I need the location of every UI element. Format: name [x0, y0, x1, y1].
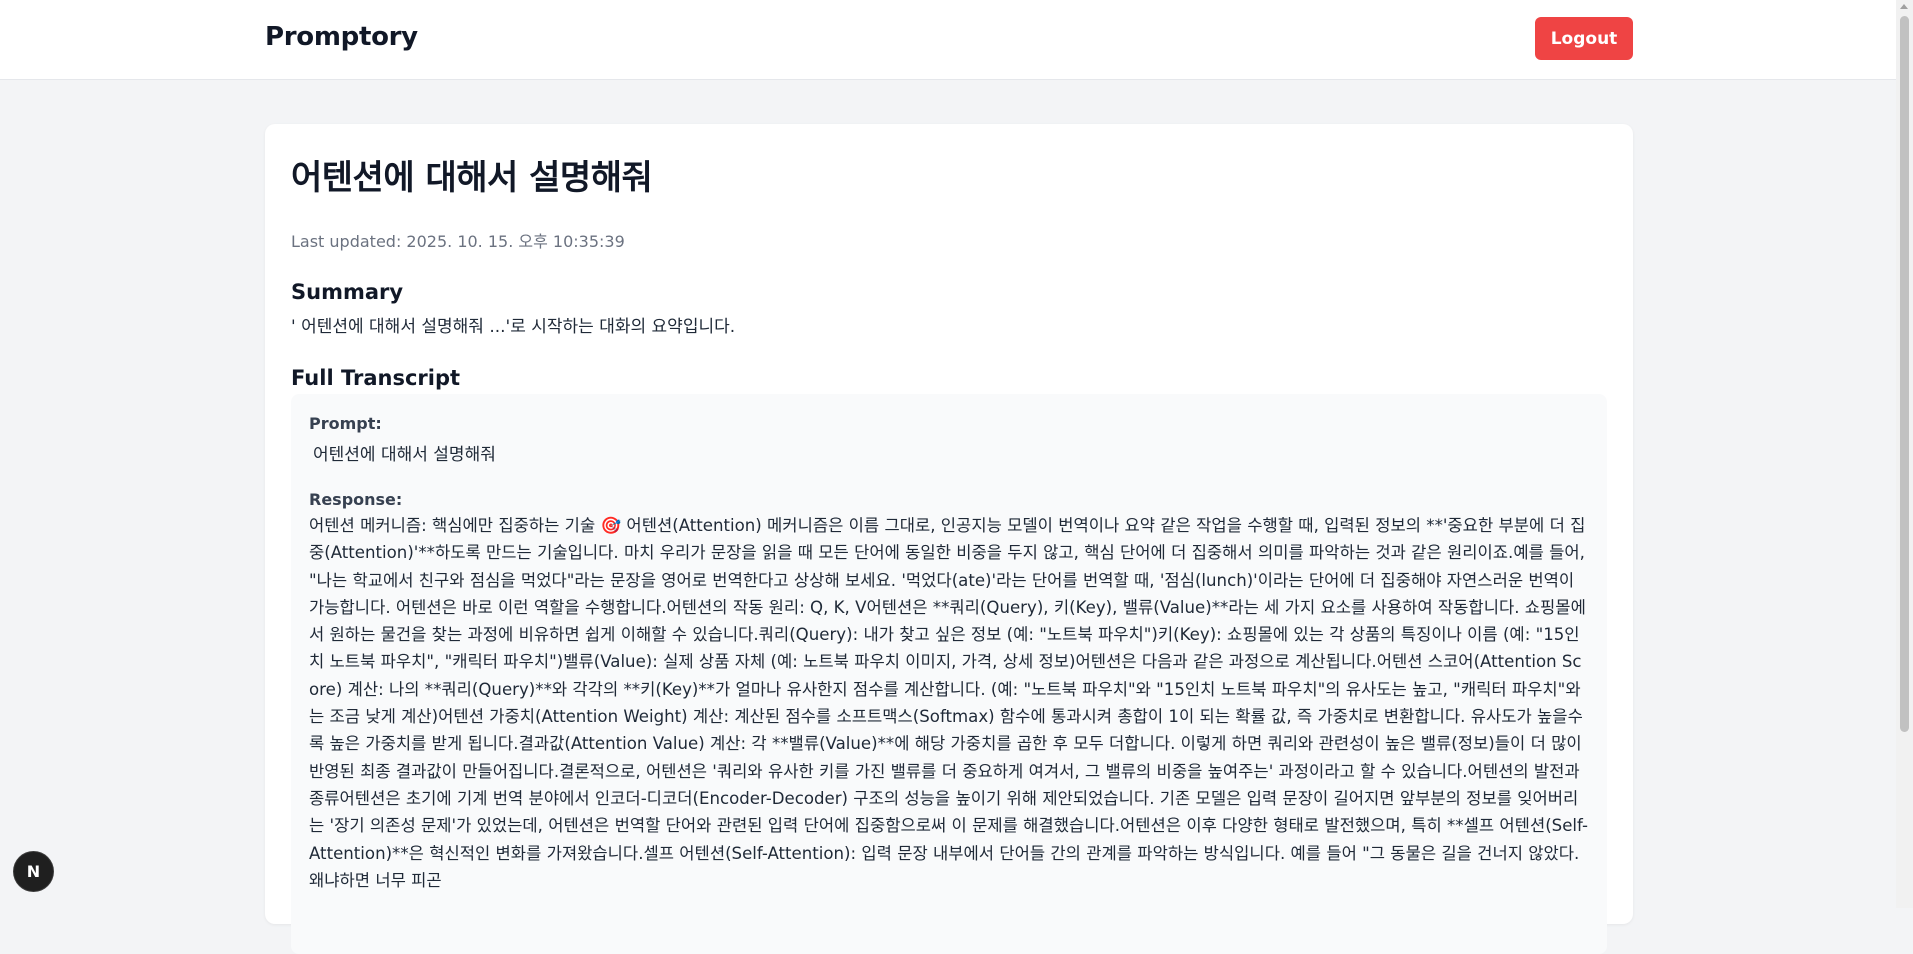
brand-logo[interactable]: Promptory: [265, 22, 418, 52]
transcript-heading: Full Transcript: [291, 366, 461, 390]
scrollbar-thumb[interactable]: [1900, 16, 1909, 732]
summary-heading: Summary: [291, 280, 404, 304]
response-text: 어텐션 메커니즘: 핵심에만 집중하는 기술 🎯 어텐션(Attention) …: [309, 516, 1588, 890]
summary-text: ' 어텐션에 대해서 설명해줘 ...'로 시작하는 대화의 요약입니다.: [291, 317, 736, 337]
page-scrollbar[interactable]: [1896, 0, 1913, 908]
prompt-label: Prompt:: [309, 414, 382, 433]
last-updated-text: Last updated: 2025. 10. 15. 오후 10:35:39: [291, 232, 625, 251]
top-navbar: Promptory Logout: [0, 0, 1896, 80]
response-label: Response:: [309, 490, 403, 509]
transcript-box: Prompt: 어텐션에 대해서 설명해줘 Response: 어텐션 메커니즘…: [291, 394, 1607, 954]
logout-button[interactable]: Logout: [1535, 17, 1633, 60]
conversation-card: 어텐션에 대해서 설명해줘 Last updated: 2025. 10. 15…: [265, 124, 1633, 954]
scroll-up-arrow-icon[interactable]: [1900, 4, 1908, 9]
prompt-text: 어텐션에 대해서 설명해줘: [313, 445, 496, 465]
nextjs-dev-badge[interactable]: N: [14, 852, 53, 891]
page-title: 어텐션에 대해서 설명해줘: [291, 158, 653, 198]
